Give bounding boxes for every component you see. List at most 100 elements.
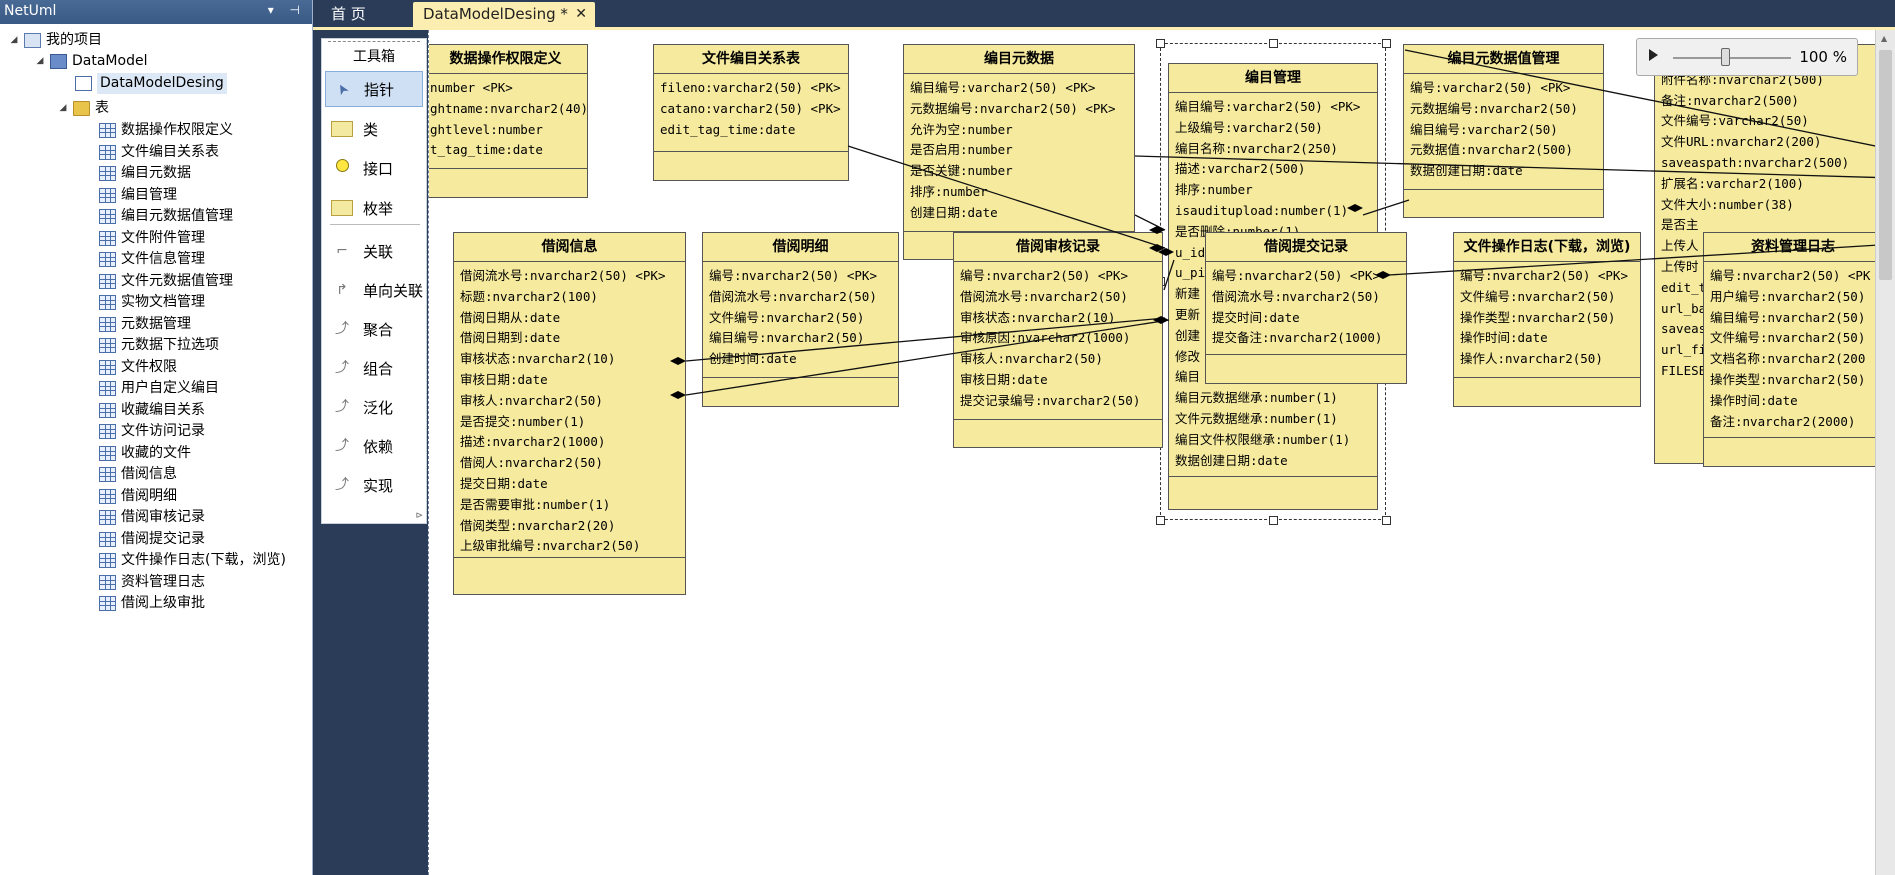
tree-node-project[interactable]: ◢ 我的项目 <box>8 30 102 51</box>
tab-close-icon[interactable]: ✕ <box>575 2 587 26</box>
tool-aggr[interactable]: ⤴ 聚合 <box>325 311 423 347</box>
entity-e11[interactable]: 文件操作日志(下载，浏览) 编号:nvarchar2(50) <PK> 文件编号:n… <box>1453 232 1641 407</box>
zoom-slider-track[interactable] <box>1673 57 1791 59</box>
panel-pin-icon[interactable]: ▾ ⊣ <box>268 3 306 17</box>
tool-label: 实现 <box>363 476 394 495</box>
entity-field: 操作类型:nvarchar2(50) <box>1460 309 1616 325</box>
scrollbar-thumb[interactable] <box>1879 50 1892 280</box>
entity-title: 文件编目关系表 <box>654 45 848 74</box>
tree-item-table[interactable]: 收藏编目关系 <box>83 400 205 421</box>
tab-datamodel-design[interactable]: DataModelDesing * ✕ <box>413 2 595 27</box>
tree-item-table[interactable]: 文件元数据值管理 <box>83 271 233 292</box>
entity-field: 创建时间:date <box>709 351 797 367</box>
real-icon: ⤴ <box>335 477 349 493</box>
tree-node-label: 表 <box>95 100 109 116</box>
entity-field: 操作类型:nvarchar2(50) <box>1710 371 1866 387</box>
entity-field: ghtname:nvarchar2(40) <box>430 100 588 116</box>
tree-item-table[interactable]: 实物文档管理 <box>83 292 205 313</box>
tool-dep[interactable]: ⤴ 依赖 <box>325 428 423 464</box>
entity-e5[interactable]: 编目元数据值管理 编号:varchar2(50) <PK> 元数据编号:nvarch… <box>1403 44 1604 218</box>
assoc-icon: ⌐ <box>336 243 348 259</box>
entity-field: 编号:nvarchar2(50) <PK <box>1710 268 1871 283</box>
tree-node-diagram[interactable]: DataModelDesing <box>59 73 227 94</box>
entity-title: 借阅明细 <box>703 233 898 262</box>
tree-node-model[interactable]: ◢ DataModel <box>34 51 147 72</box>
expand-arrow-icon[interactable]: ◢ <box>57 98 69 119</box>
entity-field: 借阅流水号:nvarchar2(50) <box>1212 288 1380 304</box>
tree-item-table[interactable]: 借阅信息 <box>83 464 177 485</box>
resize-handle[interactable] <box>1156 39 1165 48</box>
entity-e9[interactable]: 借阅审核记录 编号:nvarchar2(50) <PK> 借阅流水号:nvarcha… <box>953 232 1163 448</box>
tree-item-table[interactable]: 用户自定义编目 <box>83 378 219 399</box>
entity-e7[interactable]: 借阅信息 借阅流水号:nvarchar2(50) <PK> 标题:nvarchar2… <box>453 232 686 595</box>
tree-item-table[interactable]: 文件操作日志(下载，浏览) <box>83 550 286 571</box>
table-icon <box>99 467 116 482</box>
tree-item-table[interactable]: 收藏的文件 <box>83 443 191 464</box>
tree-item-table[interactable]: 资料管理日志 <box>83 572 205 593</box>
tree-node-tables[interactable]: ◢ 表 <box>57 98 109 119</box>
resize-handle[interactable] <box>1269 516 1278 525</box>
tool-gen[interactable]: ⤴ 泛化 <box>325 389 423 425</box>
tool-cls[interactable]: 类 <box>325 111 423 147</box>
tool-comp[interactable]: ⤴ 组合 <box>325 350 423 386</box>
dep-icon: ⤴ <box>335 438 349 454</box>
tree-item-table[interactable]: 借阅审核记录 <box>83 507 205 528</box>
entity-field: 文件大小:number(38) <box>1661 196 1794 212</box>
tool-real[interactable]: ⤴ 实现 <box>325 467 423 503</box>
entity-field: 借阅流水号:nvarchar2(50) <PK> <box>460 268 666 283</box>
table-icon <box>99 596 116 611</box>
expand-arrow-icon[interactable]: ◢ <box>34 51 46 72</box>
tool-pointer[interactable]: ➤ 指针 <box>325 71 423 107</box>
entity-title: 编目元数据值管理 <box>1404 45 1603 74</box>
panel-header: NetUml ▾ ⊣ <box>0 0 312 24</box>
document-tabbar: 首 页 DataModelDesing * ✕ <box>313 0 1895 27</box>
tree-item-table[interactable]: 借阅提交记录 <box>83 529 205 550</box>
tree-item-table[interactable]: 文件权限 <box>83 357 177 378</box>
tool-enum[interactable]: 枚举 <box>325 190 423 226</box>
entity-field: 是否需要审批:number(1) <box>460 496 611 512</box>
entity-e3[interactable]: 编目元数据 编目编号:varchar2(50) <PK> 元数据编号:nvarcha… <box>903 44 1135 260</box>
tool-dassoc[interactable]: ↱ 单向关联 <box>325 272 423 308</box>
entity-fields: 编号:nvarchar2(50) <PK> 借阅流水号:nvarchar2(50)… <box>1206 262 1406 349</box>
tree-item-table[interactable]: 文件信息管理 <box>83 249 205 270</box>
tree-node-label: 文件访问记录 <box>121 423 205 439</box>
resize-handle[interactable] <box>1382 39 1391 48</box>
tree-item-table[interactable]: 元数据下拉选项 <box>83 335 219 356</box>
tree-node-label: 收藏的文件 <box>121 444 191 461</box>
tree-item-table[interactable]: 数据操作权限定义 <box>83 120 233 141</box>
entity-field: t_tag_time:date <box>430 142 543 158</box>
tree-item-table[interactable]: 文件编目关系表 <box>83 142 219 163</box>
enum-icon <box>331 200 353 216</box>
tree-item-table[interactable]: 元数据管理 <box>83 314 191 335</box>
tool-assoc[interactable]: ⌐ 关联 <box>325 233 423 269</box>
entity-e10[interactable]: 借阅提交记录 编号:nvarchar2(50) <PK> 借阅流水号:nvarcha… <box>1205 232 1407 384</box>
tree-item-table[interactable]: 借阅明细 <box>83 486 177 507</box>
diagram-canvas[interactable]: 数据操作权限定义 number <PK> ghtname:nvarchar2(40)… <box>428 30 1875 875</box>
play-icon[interactable] <box>1649 49 1658 61</box>
tree-item-table[interactable]: 编目元数据值管理 <box>83 206 233 227</box>
toolbox-expand-icon[interactable]: ⊳ <box>415 511 423 521</box>
entity-e8[interactable]: 借阅明细 编号:nvarchar2(50) <PK> 借阅流水号:nvarchar2… <box>702 232 899 407</box>
tree-item-table[interactable]: 文件附件管理 <box>83 228 205 249</box>
tab-home[interactable]: 首 页 <box>321 2 376 27</box>
resize-handle[interactable] <box>1269 39 1278 48</box>
tool-iface[interactable]: 接口 <box>325 150 423 186</box>
tree-item-table[interactable]: 编目元数据 <box>83 163 191 184</box>
entity-field: 是否关键:number <box>910 163 1013 179</box>
entity-field: 编号:varchar2(50) <PK> <box>1410 80 1571 95</box>
resize-handle[interactable] <box>1156 516 1165 525</box>
resize-handle[interactable] <box>1382 516 1391 525</box>
tree-item-table[interactable]: 文件访问记录 <box>83 421 205 442</box>
zoom-slider-thumb[interactable] <box>1721 48 1730 66</box>
tree-item-table[interactable]: 编目管理 <box>83 185 177 206</box>
entity-e12[interactable]: 资料管理日志 编号:nvarchar2(50) <PK 用户编号:nvarchar2… <box>1703 232 1875 467</box>
expand-arrow-icon[interactable]: ◢ <box>8 30 20 51</box>
tree-node-label: 文件元数据值管理 <box>121 272 233 289</box>
entity-e1[interactable]: 数据操作权限定义 number <PK> ghtname:nvarchar2(40)… <box>429 44 588 198</box>
tree-item-table[interactable]: 借阅上级审批 <box>83 593 205 614</box>
entity-field: saveaspath:nvarchar2(500) <box>1661 154 1850 170</box>
entity-field: 借阅类型:nvarchar2(20) <box>460 517 616 533</box>
entity-e2[interactable]: 文件编目关系表 fileno:varchar2(50) <PK> catano:va… <box>653 44 849 181</box>
scroll-up-icon[interactable]: ▲ <box>1881 34 1887 43</box>
vertical-scrollbar[interactable]: ▲ <box>1875 30 1895 875</box>
